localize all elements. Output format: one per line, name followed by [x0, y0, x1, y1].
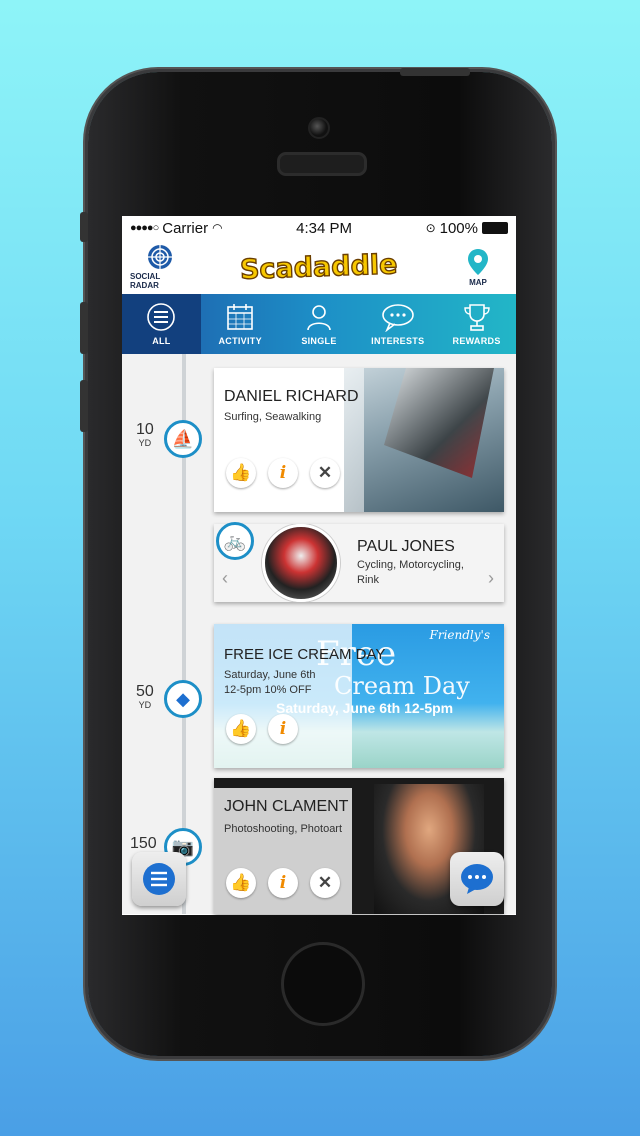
sailor-avatar-icon[interactable]: ⛵ [164, 420, 202, 458]
prev-arrow-icon[interactable]: ‹ [222, 568, 228, 589]
front-camera [308, 117, 330, 139]
chat-bubble-icon [381, 304, 414, 332]
map-button[interactable]: MAP [448, 248, 508, 287]
speaker-grille [277, 152, 367, 176]
rotation-lock-icon: ⊙ [425, 221, 436, 235]
event-title: FREE ICE CREAM DAY [224, 646, 386, 663]
banner-brand: Friendly's [429, 628, 491, 642]
event-card-ice-cream[interactable]: Friendly's Free Cream Day Saturday, June… [214, 624, 504, 768]
app-header: SOCIAL RADAR Scadaddle MAP [122, 240, 516, 294]
menu-icon [143, 863, 175, 895]
tab-rewards-label: REWARDS [452, 336, 501, 346]
dismiss-button[interactable]: ✕ [310, 868, 340, 898]
motocross-avatar [262, 524, 340, 602]
social-radar-button[interactable]: SOCIAL RADAR [130, 244, 190, 290]
person-interests-line2: Rink [357, 574, 380, 586]
distance-value: 10 [136, 421, 154, 438]
event-offer: 12-5pm 10% OFF [224, 684, 312, 696]
cyclist-avatar-icon[interactable]: 🚲 [216, 522, 254, 560]
person-interests: Photoshooting, Photoart [224, 823, 343, 835]
person-icon [307, 305, 331, 331]
tab-single[interactable]: SINGLE [280, 294, 359, 354]
banner-title-line2: Cream Day [334, 672, 470, 700]
app-screen: ●●●●○ Carrier ◠ 4:34 PM ⊙ 100% SOCIAL RA… [122, 216, 516, 915]
like-button[interactable]: 👍 [226, 714, 256, 744]
clock: 4:34 PM [296, 219, 352, 237]
person-name: DANIEL RICHARD [224, 388, 359, 405]
status-bar: ●●●●○ Carrier ◠ 4:34 PM ⊙ 100% [122, 216, 516, 240]
floating-chat-button[interactable] [450, 852, 504, 906]
mute-switch [80, 212, 88, 242]
person-name: JOHN CLAMENT [224, 798, 349, 815]
floating-menu-button[interactable] [132, 852, 186, 906]
map-label: MAP [469, 277, 487, 287]
person-card-daniel[interactable]: DANIEL RICHARD Surfing, Seawalking 👍 i ✕ [214, 368, 504, 512]
distance-label: 150 [130, 836, 157, 852]
info-button[interactable]: i [268, 714, 298, 744]
event-date: Saturday, June 6th [224, 669, 316, 681]
menu-icon [147, 303, 176, 331]
distance-label: 10 YD [136, 421, 154, 449]
filter-tabs: ALL ACTIVITY SINGLE INTERESTS REWARDS [122, 294, 516, 354]
home-button[interactable] [281, 942, 365, 1026]
tab-activity[interactable]: ACTIVITY [201, 294, 280, 354]
person-name: PAUL JONES [357, 538, 455, 555]
info-button[interactable]: i [268, 868, 298, 898]
tab-rewards[interactable]: REWARDS [437, 294, 516, 354]
person-interests-line1: Cycling, Motorcycling, [357, 559, 464, 571]
info-button[interactable]: i [268, 458, 298, 488]
person-card-paul[interactable]: PAUL JONES Cycling, Motorcycling, Rink ‹… [214, 524, 504, 602]
distance-unit: YD [138, 438, 152, 448]
signal-icon: ●●●●○ [130, 222, 159, 234]
activity-feed: 10 YD ⛵ DANIEL RICHARD Surfing, Seawalki… [122, 354, 516, 914]
diamond-icon[interactable]: ◆ [164, 680, 202, 718]
trophy-icon [463, 304, 490, 331]
tab-activity-label: ACTIVITY [218, 336, 262, 346]
battery-icon [482, 222, 508, 234]
tab-interests[interactable]: INTERESTS [358, 294, 437, 354]
tab-all-label: ALL [152, 336, 171, 346]
person-interests: Surfing, Seawalking [224, 411, 322, 423]
app-logo: Scadaddle [239, 248, 399, 286]
volume-down-button [80, 380, 88, 432]
distance-unit: YD [138, 700, 152, 710]
volume-up-button [80, 302, 88, 354]
carrier-label: Carrier [162, 219, 209, 237]
dismiss-button[interactable]: ✕ [310, 458, 340, 488]
distance-label: 50 YD [136, 683, 154, 711]
social-radar-label: SOCIAL RADAR [130, 272, 161, 290]
battery-percent: 100% [439, 219, 478, 237]
map-pin-icon [467, 248, 488, 275]
distance-value: 150 [130, 835, 157, 852]
radar-icon [148, 245, 172, 269]
tab-interests-label: INTERESTS [371, 336, 425, 346]
distance-value: 50 [136, 683, 154, 700]
next-arrow-icon[interactable]: › [488, 568, 494, 589]
wifi-icon: ◠ [212, 221, 223, 235]
like-button[interactable]: 👍 [226, 458, 256, 488]
power-button [400, 68, 470, 76]
calendar-icon [227, 304, 253, 330]
like-button[interactable]: 👍 [226, 868, 256, 898]
tab-single-label: SINGLE [301, 336, 337, 346]
tab-all[interactable]: ALL [122, 294, 201, 354]
chat-icon [461, 864, 493, 894]
